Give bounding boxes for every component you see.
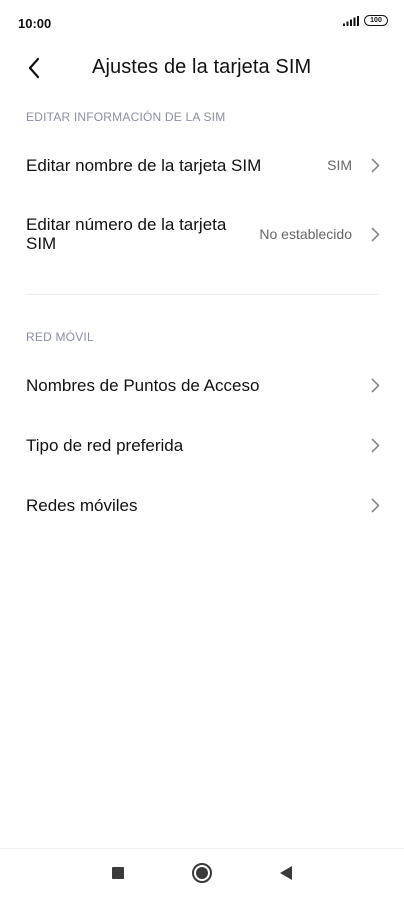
status-bar: 10:00 100	[0, 0, 404, 46]
section-header-mobile-network: RED MÓVIL	[26, 330, 94, 344]
status-icons: 100	[343, 15, 388, 26]
chevron-right-icon	[370, 226, 380, 242]
row-preferred-network-type[interactable]: Tipo de red preferida	[0, 420, 404, 470]
signal-icon	[343, 15, 359, 26]
row-edit-sim-number[interactable]: Editar número de la tarjeta SIM No estab…	[0, 200, 404, 266]
page-title: Ajustes de la tarjeta SIM	[92, 56, 312, 78]
chevron-left-icon	[28, 57, 40, 79]
battery-level: 100	[370, 17, 382, 24]
section-header-edit-sim-info: EDITAR INFORMACIÓN DE LA SIM	[26, 110, 226, 124]
recents-button[interactable]	[106, 861, 130, 885]
status-time: 10:00	[18, 16, 52, 31]
back-nav-button[interactable]	[274, 861, 298, 885]
back-button[interactable]	[20, 54, 48, 82]
row-edit-sim-name[interactable]: Editar nombre de la tarjeta SIM SIM	[0, 140, 404, 190]
row-value: SIM	[327, 157, 352, 173]
chevron-right-icon	[370, 157, 380, 173]
navigation-bar	[0, 848, 404, 897]
chevron-right-icon	[370, 497, 380, 513]
row-label: Editar nombre de la tarjeta SIM	[26, 156, 262, 175]
back-triangle-icon	[279, 866, 292, 880]
row-label: Redes móviles	[26, 496, 138, 515]
section-divider	[26, 294, 378, 295]
chevron-right-icon	[370, 377, 380, 393]
battery-icon: 100	[364, 15, 388, 26]
sim-settings-screen: 10:00 100 Ajustes de la tarjeta SIM EDIT…	[0, 0, 404, 897]
row-access-point-names[interactable]: Nombres de Puntos de Acceso	[0, 360, 404, 410]
recents-square-icon	[112, 867, 124, 879]
row-mobile-networks[interactable]: Redes móviles	[0, 480, 404, 530]
header: Ajustes de la tarjeta SIM	[0, 46, 404, 92]
home-button[interactable]	[190, 861, 214, 885]
row-label: Tipo de red preferida	[26, 436, 184, 455]
home-circle-icon	[192, 863, 212, 883]
row-label: Nombres de Puntos de Acceso	[26, 376, 260, 395]
row-label: Editar número de la tarjeta SIM	[26, 215, 227, 253]
row-value: No establecido	[259, 226, 352, 242]
chevron-right-icon	[370, 437, 380, 453]
